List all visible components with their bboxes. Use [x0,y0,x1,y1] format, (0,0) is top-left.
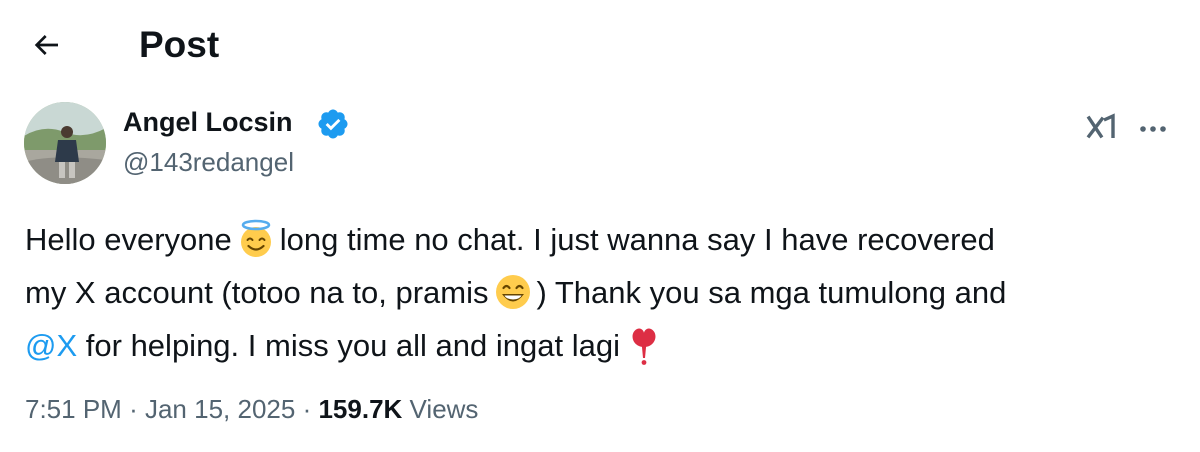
grinning-face-with-smiling-eyes-icon [495,275,530,309]
post-text-segment: for helping. I miss you all and ingat la… [85,328,620,363]
post-text-segment: long time no chat. I just wanna say I ha… [279,222,995,257]
views-count: 159.7K [318,394,403,424]
avatar-image [24,102,106,184]
heavy-heart-exclamation-icon [632,328,656,365]
meta-separator: · [129,394,138,424]
post-time[interactable]: 7:51 PM [25,394,122,424]
post-meta: 7:51 PM · Jan 15, 2025 · 159.7K Views [25,391,478,427]
avatar[interactable] [24,102,106,184]
post-date[interactable]: Jan 15, 2025 [145,394,295,424]
top-bar: Post [0,0,1200,92]
grok-icon[interactable] [1083,108,1121,146]
post-line: @X for helping. I miss you all and ingat… [25,319,1175,372]
post-text-segment: ) Thank you sa mga tumulong and [536,275,1007,310]
arrow-left-icon[interactable] [30,29,62,61]
page-title: Post [139,24,220,65]
mention-link[interactable]: @X [25,328,77,363]
more-horizontal-icon[interactable] [1136,112,1170,146]
author-handle[interactable]: @143redangel [123,145,294,179]
views-label: Views [409,394,479,424]
post-line: Hello everyone long time no chat. I just… [25,213,1175,266]
verified-badge-icon[interactable] [316,107,350,141]
meta-separator: · [302,394,312,424]
post-text: Hello everyone long time no chat. I just… [25,213,1175,372]
author-name[interactable]: Angel Locsin [123,104,293,140]
post-text-segment: Hello everyone [25,222,232,257]
smiling-face-with-halo-icon [240,219,271,257]
post-line: my X account (totoo na to, pramis ) Than… [25,266,1175,319]
post-text-segment: my X account (totoo na to, pramis [25,275,489,310]
